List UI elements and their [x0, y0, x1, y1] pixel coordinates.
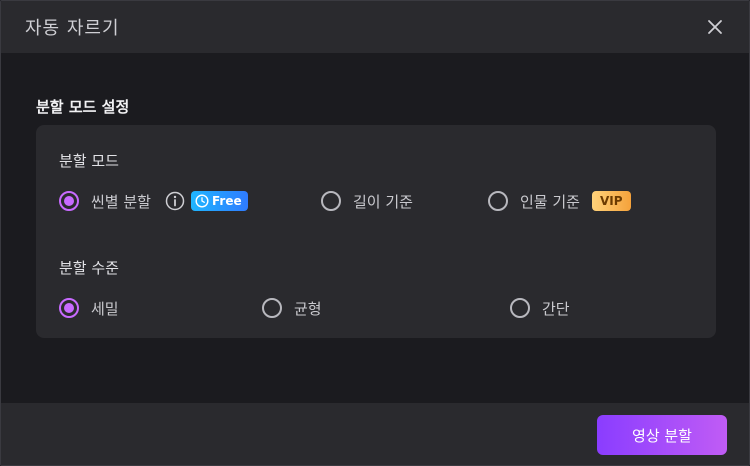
split-video-button[interactable]: 영상 분할	[597, 415, 727, 455]
auto-cut-dialog: 자동 자르기 분할 모드 설정 분할 모드 씬별 분할 Free 길이 기준 인…	[0, 0, 750, 466]
split-level-option-label: 세밀	[91, 299, 119, 318]
split-level-option-fine[interactable]: 세밀	[59, 297, 119, 319]
vip-badge: VIP	[591, 191, 631, 211]
free-badge: Free	[190, 191, 248, 211]
split-mode-label: 분할 모드	[59, 152, 119, 170]
radio-scene[interactable]	[59, 191, 79, 211]
dialog-title: 자동 자르기	[25, 18, 120, 39]
split-level-option-simple[interactable]: 간단	[510, 297, 570, 319]
split-level-option-label: 간단	[542, 299, 570, 318]
split-level-option-balanced[interactable]: 균형	[262, 297, 322, 319]
clock-icon	[195, 194, 209, 208]
split-mode-option-scene[interactable]: 씬별 분할 Free	[59, 190, 248, 212]
split-level-label: 분할 수준	[59, 259, 119, 277]
info-icon[interactable]	[165, 191, 185, 211]
split-mode-option-label: 길이 기준	[353, 192, 413, 211]
split-mode-option-label: 씬별 분할	[91, 192, 151, 211]
radio-simple[interactable]	[510, 298, 530, 318]
split-mode-option-length[interactable]: 길이 기준	[321, 190, 413, 212]
radio-person[interactable]	[488, 191, 508, 211]
split-level-option-label: 균형	[294, 299, 322, 318]
section-title: 분할 모드 설정	[36, 98, 130, 116]
free-badge-label: Free	[211, 194, 242, 208]
settings-panel: 분할 모드 씬별 분할 Free 길이 기준 인물 기준 VIP 분할 수준 세…	[36, 125, 716, 338]
dialog-titlebar: 자동 자르기	[1, 1, 749, 53]
split-mode-option-person[interactable]: 인물 기준 VIP	[488, 190, 631, 212]
close-button[interactable]	[705, 17, 725, 37]
close-icon	[708, 20, 722, 34]
radio-fine[interactable]	[59, 298, 79, 318]
dialog-footer: 영상 분할	[1, 403, 749, 465]
radio-length[interactable]	[321, 191, 341, 211]
split-mode-option-label: 인물 기준	[520, 192, 580, 211]
radio-balanced[interactable]	[262, 298, 282, 318]
